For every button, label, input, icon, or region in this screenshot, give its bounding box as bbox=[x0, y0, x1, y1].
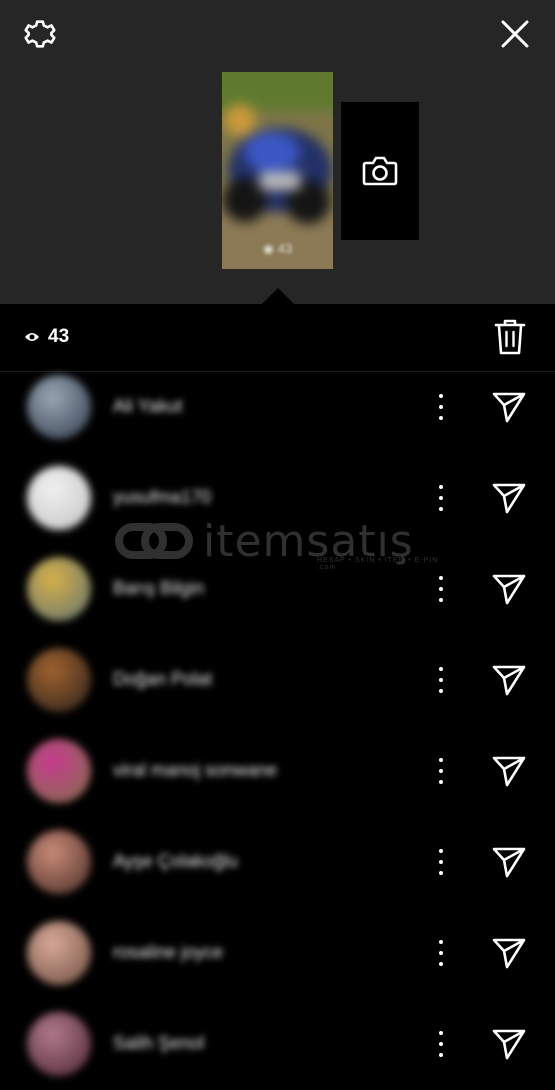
viewer-list: Ali Yakut yusufma170 Barış Bilgin Doğan Pol… bbox=[0, 362, 555, 1090]
more-vertical-icon-dot bbox=[439, 758, 443, 762]
avatar[interactable] bbox=[27, 921, 91, 985]
more-vertical-icon-dot bbox=[439, 405, 443, 409]
send-message-button[interactable] bbox=[491, 754, 527, 788]
viewer-name[interactable]: Salih Şenol bbox=[113, 1033, 204, 1054]
viewer-row[interactable]: Ayşe Çolakoğlu bbox=[0, 817, 555, 908]
send-message-button[interactable] bbox=[491, 845, 527, 879]
views-count[interactable]: 43 bbox=[24, 326, 69, 348]
send-message-button[interactable] bbox=[491, 481, 527, 515]
send-icon bbox=[492, 1029, 526, 1060]
more-vertical-icon-dot bbox=[439, 951, 443, 955]
more-vertical-icon-dot bbox=[439, 962, 443, 966]
viewer-row[interactable]: Ali Yakut bbox=[0, 362, 555, 453]
send-icon bbox=[492, 938, 526, 969]
send-message-button[interactable] bbox=[491, 663, 527, 697]
more-vertical-icon-dot bbox=[439, 496, 443, 500]
story-thumbnail[interactable]: ◉ 43 bbox=[222, 72, 333, 269]
more-options-button[interactable] bbox=[429, 574, 453, 604]
viewer-name[interactable]: Ali Yakut bbox=[113, 396, 182, 417]
send-message-button[interactable] bbox=[491, 572, 527, 606]
viewer-name[interactable]: Doğan Polat bbox=[113, 669, 212, 690]
send-message-button[interactable] bbox=[491, 1027, 527, 1061]
avatar[interactable] bbox=[27, 557, 91, 621]
send-icon bbox=[492, 483, 526, 514]
viewer-row[interactable]: Doğan Polat bbox=[0, 635, 555, 726]
more-options-button[interactable] bbox=[429, 756, 453, 786]
selection-pointer bbox=[262, 288, 294, 304]
thumbnail-views-count: 43 bbox=[277, 241, 293, 256]
story-preview-area: ◉ 43 bbox=[0, 0, 555, 304]
more-vertical-icon-dot bbox=[439, 587, 443, 591]
more-vertical-icon-dot bbox=[439, 678, 443, 682]
send-icon bbox=[492, 847, 526, 878]
eye-icon bbox=[25, 333, 39, 341]
send-message-button[interactable] bbox=[491, 936, 527, 970]
gear-icon bbox=[24, 20, 56, 48]
viewer-row[interactable]: viral manoj sonwane bbox=[0, 726, 555, 817]
viewer-name[interactable]: rosaline joyce bbox=[113, 942, 223, 963]
more-options-button[interactable] bbox=[429, 483, 453, 513]
settings-button[interactable] bbox=[20, 14, 60, 54]
avatar[interactable] bbox=[27, 466, 91, 530]
thumbnail-views: ◉ 43 bbox=[262, 241, 293, 256]
story-image bbox=[222, 72, 333, 269]
viewer-name[interactable]: Barış Bilgin bbox=[113, 578, 204, 599]
viewer-row[interactable]: Barış Bilgin bbox=[0, 544, 555, 635]
more-vertical-icon-dot bbox=[439, 598, 443, 602]
viewer-name[interactable]: viral manoj sonwane bbox=[113, 760, 277, 781]
more-options-button[interactable] bbox=[429, 938, 453, 968]
more-vertical-icon-dot bbox=[439, 1042, 443, 1046]
more-vertical-icon-dot bbox=[439, 860, 443, 864]
send-icon bbox=[492, 756, 526, 787]
more-options-button[interactable] bbox=[429, 847, 453, 877]
viewer-row[interactable]: rosaline joyce bbox=[0, 908, 555, 999]
more-vertical-icon-dot bbox=[439, 780, 443, 784]
trash-icon bbox=[494, 319, 526, 355]
send-message-button[interactable] bbox=[491, 390, 527, 424]
viewer-name[interactable]: Ayşe Çolakoğlu bbox=[113, 851, 238, 872]
more-vertical-icon-dot bbox=[439, 871, 443, 875]
more-options-button[interactable] bbox=[429, 392, 453, 422]
views-count-value: 43 bbox=[48, 326, 70, 347]
close-button[interactable] bbox=[495, 14, 535, 54]
more-vertical-icon-dot bbox=[439, 1053, 443, 1057]
avatar[interactable] bbox=[27, 648, 91, 712]
more-vertical-icon-dot bbox=[439, 769, 443, 773]
close-icon bbox=[501, 20, 529, 48]
more-vertical-icon-dot bbox=[439, 416, 443, 420]
more-options-button[interactable] bbox=[429, 1029, 453, 1059]
send-icon bbox=[492, 665, 526, 696]
more-vertical-icon-dot bbox=[439, 940, 443, 944]
send-icon bbox=[492, 392, 526, 423]
more-vertical-icon-dot bbox=[439, 485, 443, 489]
send-icon bbox=[492, 574, 526, 605]
more-vertical-icon-dot bbox=[439, 576, 443, 580]
add-story-card[interactable] bbox=[341, 102, 419, 240]
viewer-row[interactable]: Salih Şenol bbox=[0, 999, 555, 1090]
camera-icon bbox=[362, 156, 398, 186]
avatar[interactable] bbox=[27, 830, 91, 894]
more-options-button[interactable] bbox=[429, 665, 453, 695]
viewer-row[interactable]: yusufma170 bbox=[0, 453, 555, 544]
avatar[interactable] bbox=[27, 1012, 91, 1076]
more-vertical-icon-dot bbox=[439, 507, 443, 511]
more-vertical-icon-dot bbox=[439, 1031, 443, 1035]
more-vertical-icon-dot bbox=[439, 849, 443, 853]
avatar[interactable] bbox=[27, 739, 91, 803]
more-vertical-icon-dot bbox=[439, 667, 443, 671]
more-vertical-icon-dot bbox=[439, 689, 443, 693]
more-vertical-icon-dot bbox=[439, 394, 443, 398]
viewer-name[interactable]: yusufma170 bbox=[113, 487, 211, 508]
delete-button[interactable] bbox=[492, 318, 528, 356]
avatar[interactable] bbox=[27, 375, 91, 439]
